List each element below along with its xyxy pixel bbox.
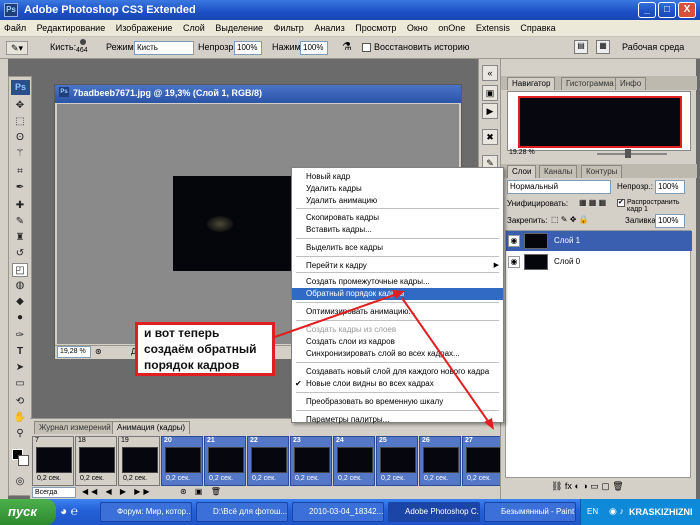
taskbar-task-button[interactable]: 2010-03-04_18342... (292, 502, 384, 522)
taskbar-task-button[interactable]: Форум: Мир, котор... (100, 502, 192, 522)
callout-line-3: порядок кадров (144, 358, 240, 372)
watermark-text: KRASKIZHIZNI (629, 507, 693, 517)
annotation-callout: и вот теперь создаём обратный порядок ка… (135, 322, 275, 376)
callout-line-1: и вот теперь (144, 326, 220, 340)
system-tray: EN ◉ ♪ KRASKIZHIZNI (580, 499, 700, 525)
language-indicator[interactable]: EN (587, 507, 598, 516)
arrow-to-panel-menu (401, 297, 491, 425)
quick-launch-icons[interactable]: ◕ ℮ (60, 504, 78, 518)
tray-icons[interactable]: ◉ ♪ (609, 506, 624, 517)
annotation-arrows (271, 290, 494, 430)
taskbar: пуск Форум: Мир, котор... D:\Всё для фото… (0, 499, 700, 525)
taskbar-task-button[interactable]: D:\Всё для фотош... (196, 502, 288, 522)
taskbar-task-button[interactable]: Безымянный - Paint (484, 502, 576, 522)
callout-line-2: создаём обратный (144, 342, 257, 356)
arrowhead-panel-menu (484, 418, 494, 430)
taskbar-task-button[interactable]: Adobe Photoshop C... (388, 502, 480, 522)
taskbar-tasks: Форум: Мир, котор... D:\Всё для фотош... 2… (0, 499, 580, 525)
arrow-to-menu-item (271, 293, 398, 339)
